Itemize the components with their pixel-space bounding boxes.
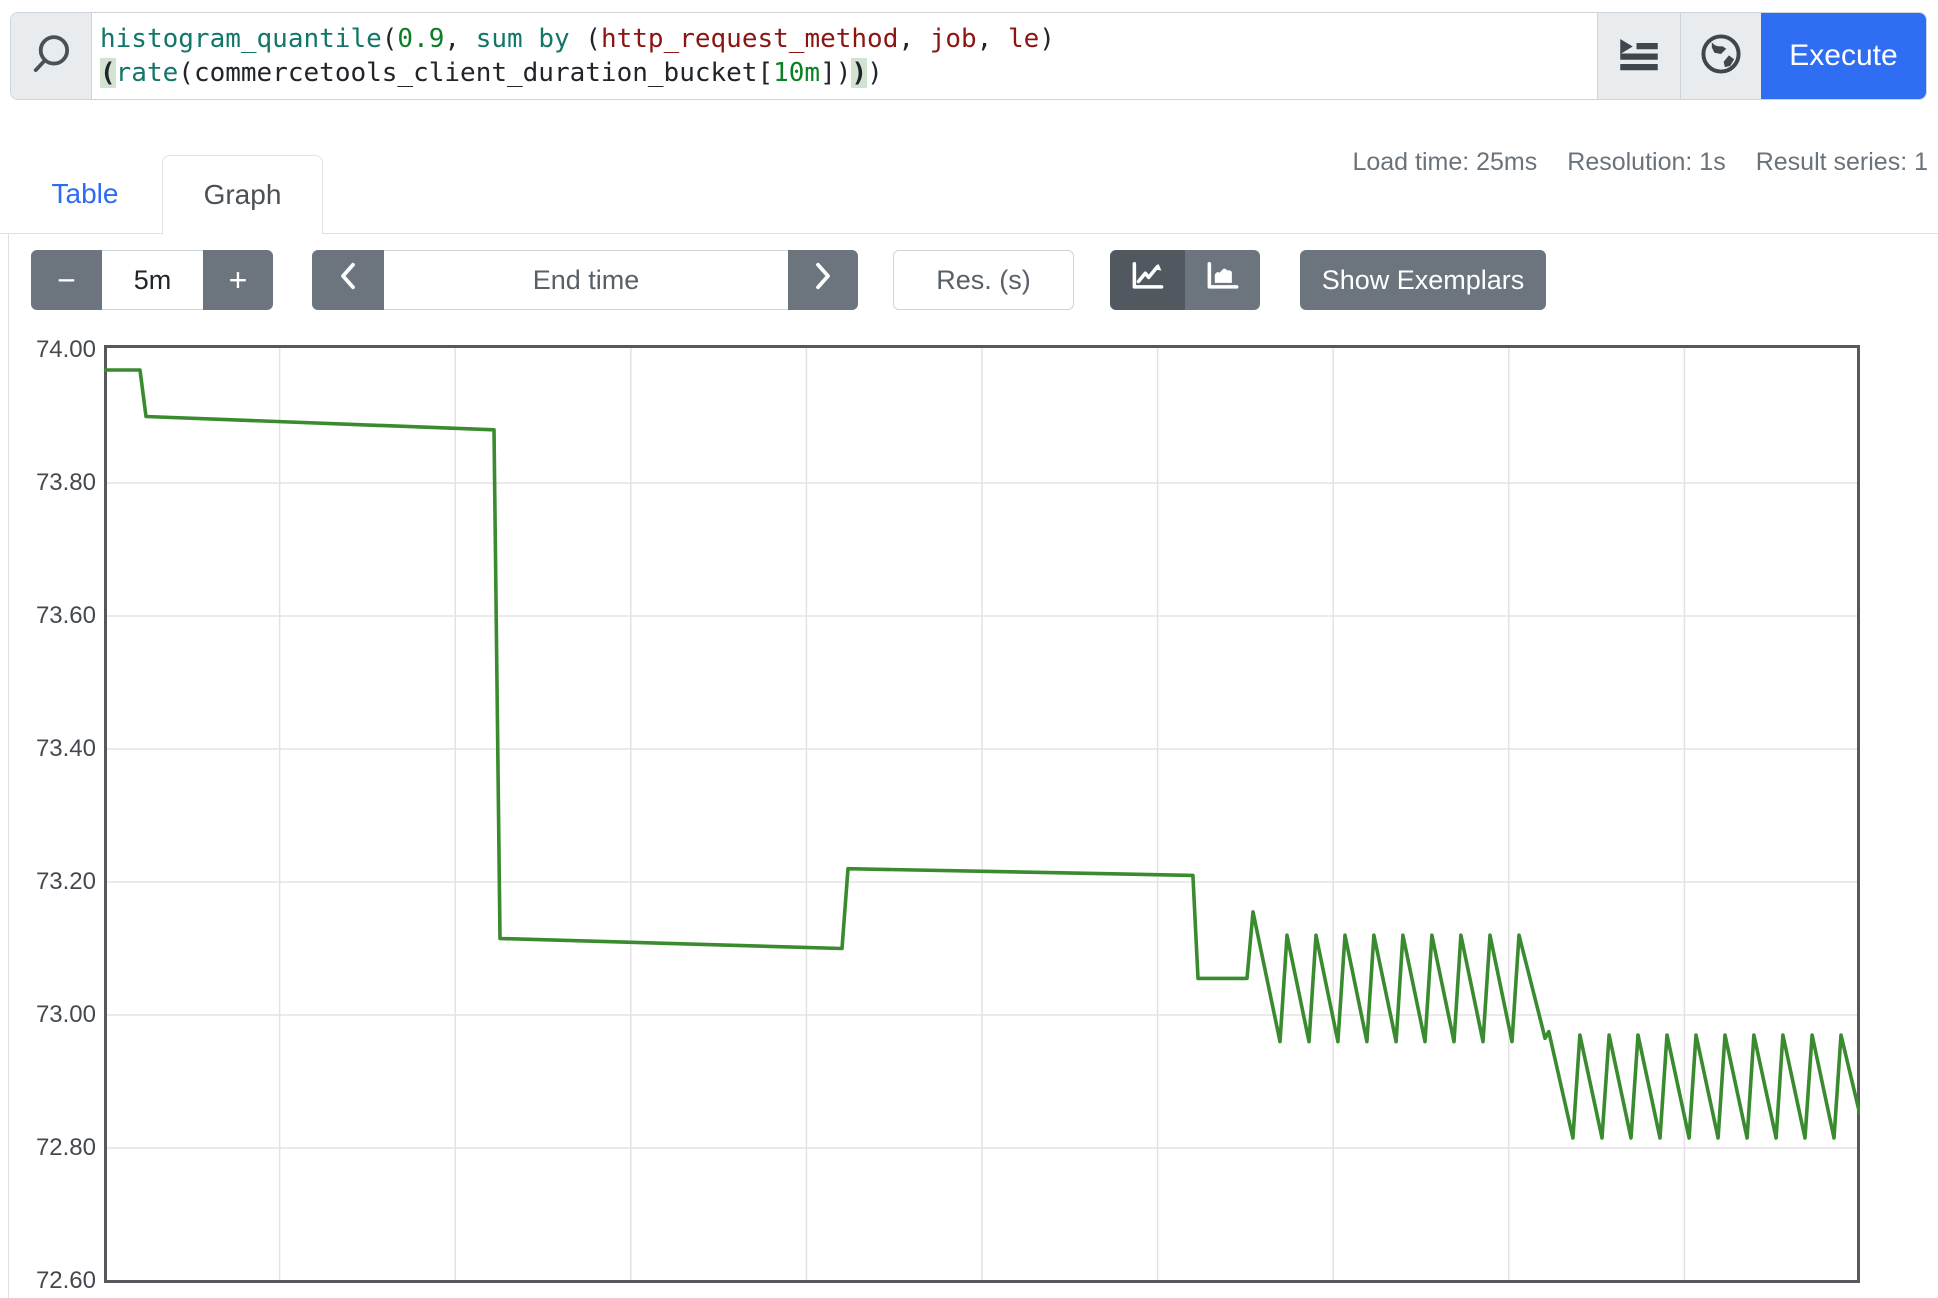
query-token: sum (476, 24, 523, 54)
query-token: rate (116, 58, 179, 88)
y-axis-tick-label: 72.60 (0, 1266, 96, 1296)
query-token: ) (851, 58, 867, 88)
query-token: ( (100, 58, 116, 88)
y-axis-tick-label: 74.00 (0, 335, 96, 365)
line-chart-toggle-button[interactable] (1110, 250, 1185, 310)
globe-icon (1700, 33, 1742, 80)
y-axis-tick-label: 73.80 (0, 468, 96, 498)
query-token: ( (570, 24, 601, 54)
chevron-right-icon (812, 261, 834, 299)
query-token: ] (820, 58, 836, 88)
query-token: job (930, 24, 977, 54)
query-line: histogram_quantile(0.9, sum by (http_req… (100, 22, 1597, 56)
query-token: 10m (773, 58, 820, 88)
y-axis-tick-label: 72.80 (0, 1133, 96, 1163)
prettify-expression-icon (1619, 36, 1659, 77)
query-token: by (538, 24, 569, 54)
y-axis-tick-label: 73.00 (0, 1000, 96, 1030)
execute-button[interactable]: Execute (1761, 13, 1926, 99)
query-token: commercetools_client_duration_bucket (194, 58, 758, 88)
query-token: ) (867, 58, 883, 88)
query-token (523, 24, 539, 54)
stacked-area-chart-icon (1205, 261, 1241, 299)
query-token: le (1008, 24, 1039, 54)
chart-svg (104, 345, 1860, 1283)
search-icon (29, 32, 73, 81)
tab-table[interactable]: Table (8, 155, 162, 233)
prettify-addon[interactable] (1597, 13, 1680, 99)
query-token: 0.9 (397, 24, 444, 54)
globe-addon[interactable] (1680, 13, 1761, 99)
query-token: ) (836, 58, 852, 88)
range-stepper: − + (31, 250, 273, 310)
chart-plot[interactable] (104, 345, 1860, 1283)
line-chart-icon (1130, 261, 1166, 299)
range-increase-button[interactable]: + (203, 250, 273, 310)
chevron-left-icon (337, 261, 359, 299)
y-axis-tick-label: 73.40 (0, 734, 96, 764)
time-forward-button[interactable] (788, 250, 858, 310)
stacked-chart-toggle-button[interactable] (1185, 250, 1260, 310)
tab-graph[interactable]: Graph (162, 155, 323, 234)
resolution-input[interactable] (893, 250, 1074, 310)
time-back-button[interactable] (312, 250, 384, 310)
search-addon (11, 13, 92, 99)
query-token: , (977, 24, 1008, 54)
query-token: ( (178, 58, 194, 88)
query-line: (rate(commercetools_client_duration_buck… (100, 56, 1597, 90)
range-input[interactable] (102, 250, 203, 310)
query-token: , (444, 24, 475, 54)
y-axis-tick-label: 73.20 (0, 867, 96, 897)
query-token: histogram_quantile (100, 24, 382, 54)
chart-type-toggle (1110, 250, 1260, 310)
query-token: , (898, 24, 929, 54)
end-time-input[interactable] (384, 250, 788, 310)
query-token: ( (382, 24, 398, 54)
query-input[interactable]: histogram_quantile(0.9, sum by (http_req… (92, 13, 1597, 99)
panel-tabbar: Table Graph (0, 155, 1938, 234)
query-token: ) (1039, 24, 1055, 54)
show-exemplars-button[interactable]: Show Exemplars (1300, 250, 1546, 310)
query-token: [ (757, 58, 773, 88)
end-time-group (312, 250, 858, 310)
query-toolbar: histogram_quantile(0.9, sum by (http_req… (10, 12, 1927, 100)
range-decrease-button[interactable]: − (31, 250, 102, 310)
y-axis-tick-label: 73.60 (0, 601, 96, 631)
query-token: http_request_method (601, 24, 898, 54)
